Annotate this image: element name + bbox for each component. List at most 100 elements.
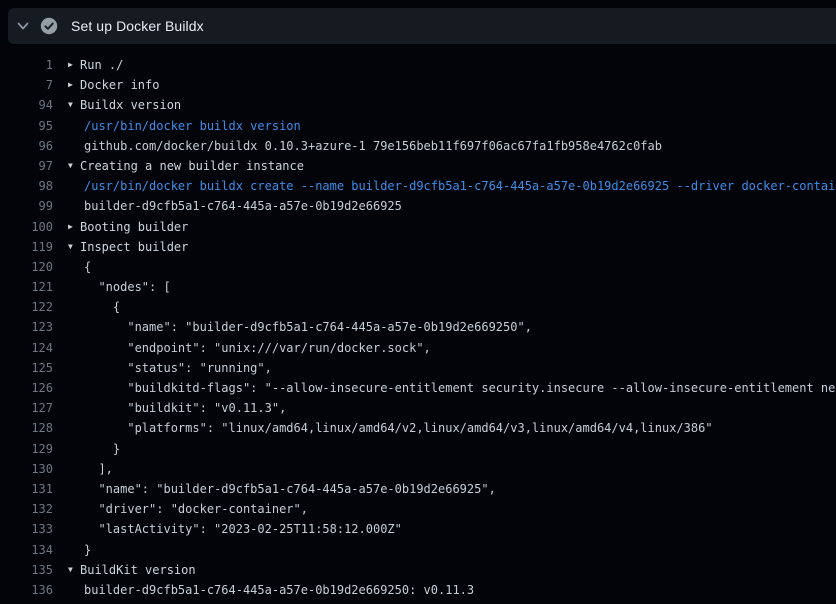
triangle-right-icon: ▶ bbox=[68, 217, 80, 237]
output-text: builder-d9cfb5a1-c764-445a-a57e-0b19d2e6… bbox=[53, 580, 474, 600]
log-line: 125 "status": "running", bbox=[0, 358, 836, 378]
line-number[interactable]: 133 bbox=[0, 519, 53, 539]
log-group-line: 97▼Creating a new builder instance bbox=[0, 156, 836, 176]
line-number[interactable]: 123 bbox=[0, 317, 53, 337]
output-text: "driver": "docker-container", bbox=[53, 499, 308, 519]
output-text: "status": "running", bbox=[53, 358, 272, 378]
log-viewer: 1▶Run ./7▶Docker info94▼Buildx version95… bbox=[0, 55, 836, 600]
line-number[interactable]: 98 bbox=[0, 176, 53, 196]
step-title: Set up Docker Buildx bbox=[71, 18, 204, 34]
line-number[interactable]: 129 bbox=[0, 439, 53, 459]
log-line: 120{ bbox=[0, 257, 836, 277]
line-number[interactable]: 7 bbox=[0, 75, 53, 95]
log-line: 126 "buildkitd-flags": "--allow-insecure… bbox=[0, 378, 836, 398]
output-text: "endpoint": "unix:///var/run/docker.sock… bbox=[53, 338, 431, 358]
log-group-line: 100▶Booting builder bbox=[0, 217, 836, 237]
line-number[interactable]: 121 bbox=[0, 277, 53, 297]
triangle-right-icon: ▶ bbox=[68, 55, 80, 75]
line-number[interactable]: 96 bbox=[0, 136, 53, 156]
group-toggle[interactable]: ▶Run ./ bbox=[53, 55, 123, 75]
log-line: 95/usr/bin/docker buildx version bbox=[0, 116, 836, 136]
line-number[interactable]: 95 bbox=[0, 116, 53, 136]
log-line: 127 "buildkit": "v0.11.3", bbox=[0, 398, 836, 418]
line-number[interactable]: 134 bbox=[0, 540, 53, 560]
line-number[interactable]: 94 bbox=[0, 95, 53, 115]
check-circle-icon bbox=[40, 17, 58, 35]
group-toggle[interactable]: ▼Buildx version bbox=[53, 95, 181, 115]
group-title: Run ./ bbox=[80, 55, 123, 75]
log-line: 129 } bbox=[0, 439, 836, 459]
line-number[interactable]: 127 bbox=[0, 398, 53, 418]
output-text: "buildkitd-flags": "--allow-insecure-ent… bbox=[53, 378, 836, 398]
log-line: 96github.com/docker/buildx 0.10.3+azure-… bbox=[0, 136, 836, 156]
log-line: 124 "endpoint": "unix:///var/run/docker.… bbox=[0, 338, 836, 358]
group-toggle[interactable]: ▼Inspect builder bbox=[53, 237, 188, 257]
output-text: "name": "builder-d9cfb5a1-c764-445a-a57e… bbox=[53, 317, 532, 337]
group-title: Inspect builder bbox=[80, 237, 188, 257]
line-number[interactable]: 124 bbox=[0, 338, 53, 358]
command-text: /usr/bin/docker buildx version bbox=[53, 116, 301, 136]
triangle-right-icon: ▶ bbox=[68, 75, 80, 95]
output-text: "buildkit": "v0.11.3", bbox=[53, 398, 286, 418]
output-text: "nodes": [ bbox=[53, 277, 171, 297]
group-toggle[interactable]: ▶Booting builder bbox=[53, 217, 188, 237]
log-line: 98/usr/bin/docker buildx create --name b… bbox=[0, 176, 836, 196]
line-number[interactable]: 130 bbox=[0, 459, 53, 479]
command-text: /usr/bin/docker buildx create --name bui… bbox=[53, 176, 836, 196]
line-number[interactable]: 135 bbox=[0, 560, 53, 580]
line-number[interactable]: 122 bbox=[0, 297, 53, 317]
line-number[interactable]: 132 bbox=[0, 499, 53, 519]
log-line: 131 "name": "builder-d9cfb5a1-c764-445a-… bbox=[0, 479, 836, 499]
output-text: ], bbox=[53, 459, 113, 479]
triangle-down-icon: ▼ bbox=[68, 156, 80, 176]
group-title: BuildKit version bbox=[80, 560, 196, 580]
output-text: { bbox=[53, 257, 91, 277]
chevron-down-icon[interactable] bbox=[15, 18, 31, 34]
log-group-line: 119▼Inspect builder bbox=[0, 237, 836, 257]
output-text: } bbox=[53, 439, 120, 459]
group-toggle[interactable]: ▼BuildKit version bbox=[53, 560, 196, 580]
log-line: 132 "driver": "docker-container", bbox=[0, 499, 836, 519]
group-toggle[interactable]: ▼Creating a new builder instance bbox=[53, 156, 304, 176]
group-title: Creating a new builder instance bbox=[80, 156, 304, 176]
line-number[interactable]: 128 bbox=[0, 418, 53, 438]
log-group-line: 7▶Docker info bbox=[0, 75, 836, 95]
log-line: 99builder-d9cfb5a1-c764-445a-a57e-0b19d2… bbox=[0, 196, 836, 216]
triangle-down-icon: ▼ bbox=[68, 560, 80, 580]
output-text: "name": "builder-d9cfb5a1-c764-445a-a57e… bbox=[53, 479, 496, 499]
log-group-line: 1▶Run ./ bbox=[0, 55, 836, 75]
group-title: Booting builder bbox=[80, 217, 188, 237]
output-text: { bbox=[53, 297, 120, 317]
line-number[interactable]: 125 bbox=[0, 358, 53, 378]
line-number[interactable]: 131 bbox=[0, 479, 53, 499]
log-line: 128 "platforms": "linux/amd64,linux/amd6… bbox=[0, 418, 836, 438]
line-number[interactable]: 99 bbox=[0, 196, 53, 216]
line-number[interactable]: 119 bbox=[0, 237, 53, 257]
line-number[interactable]: 126 bbox=[0, 378, 53, 398]
log-line: 121 "nodes": [ bbox=[0, 277, 836, 297]
line-number[interactable]: 120 bbox=[0, 257, 53, 277]
output-text: "platforms": "linux/amd64,linux/amd64/v2… bbox=[53, 418, 713, 438]
log-line: 133 "lastActivity": "2023-02-25T11:58:12… bbox=[0, 519, 836, 539]
log-line: 123 "name": "builder-d9cfb5a1-c764-445a-… bbox=[0, 317, 836, 337]
line-number[interactable]: 100 bbox=[0, 217, 53, 237]
group-title: Buildx version bbox=[80, 95, 181, 115]
triangle-down-icon: ▼ bbox=[68, 95, 80, 115]
output-text: github.com/docker/buildx 0.10.3+azure-1 … bbox=[53, 136, 662, 156]
log-line: 130 ], bbox=[0, 459, 836, 479]
line-number[interactable]: 136 bbox=[0, 580, 53, 600]
log-line: 122 { bbox=[0, 297, 836, 317]
triangle-down-icon: ▼ bbox=[68, 237, 80, 257]
log-group-line: 94▼Buildx version bbox=[0, 95, 836, 115]
group-toggle[interactable]: ▶Docker info bbox=[53, 75, 159, 95]
output-text: } bbox=[53, 540, 91, 560]
output-text: "lastActivity": "2023-02-25T11:58:12.000… bbox=[53, 519, 402, 539]
output-text: builder-d9cfb5a1-c764-445a-a57e-0b19d2e6… bbox=[53, 196, 402, 216]
log-line: 136builder-d9cfb5a1-c764-445a-a57e-0b19d… bbox=[0, 580, 836, 600]
group-title: Docker info bbox=[80, 75, 159, 95]
log-line: 134} bbox=[0, 540, 836, 560]
line-number[interactable]: 1 bbox=[0, 55, 53, 75]
line-number[interactable]: 97 bbox=[0, 156, 53, 176]
step-header[interactable]: Set up Docker Buildx bbox=[8, 8, 836, 44]
log-group-line: 135▼BuildKit version bbox=[0, 560, 836, 580]
